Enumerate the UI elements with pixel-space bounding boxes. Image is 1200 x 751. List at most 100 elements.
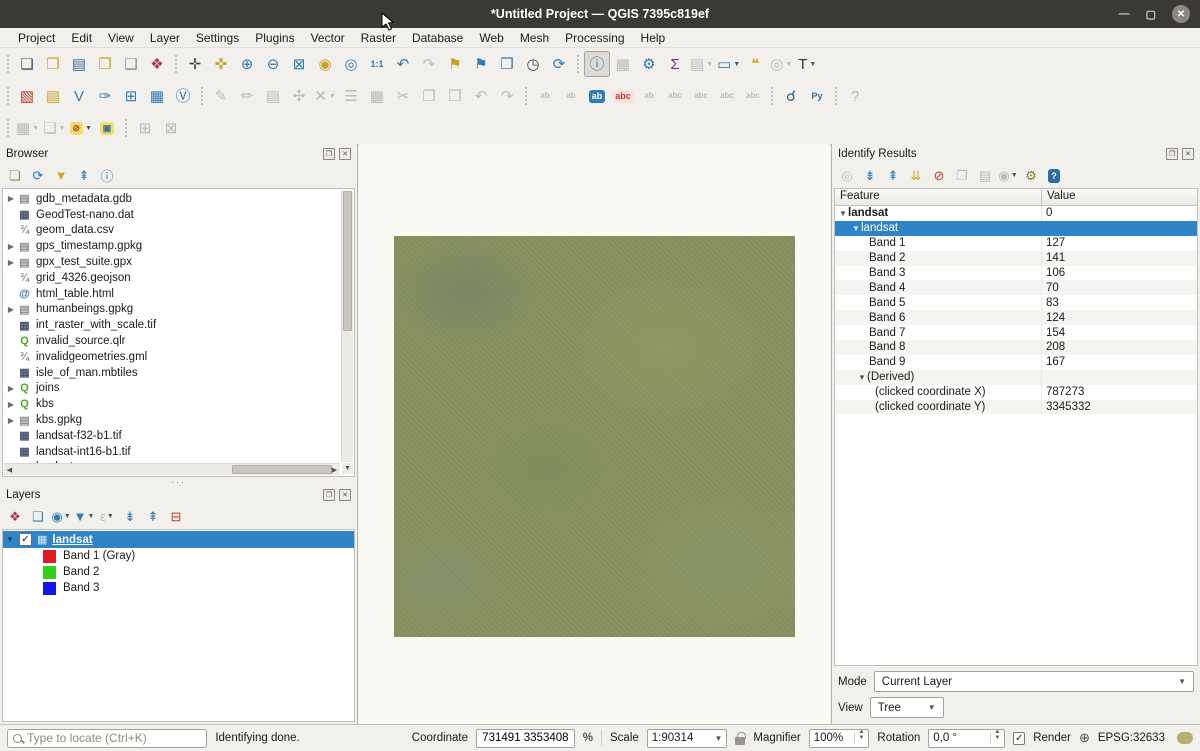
messages-icon[interactable] [1177, 732, 1193, 744]
new-gpx-layer-button[interactable]: Ⓥ [170, 83, 196, 109]
statistical-summary-button[interactable]: Σ [662, 51, 688, 77]
text-annotation-button[interactable]: T▼ [794, 51, 820, 77]
metasearch-button[interactable]: ☌ [778, 83, 804, 109]
scroll-right-arrow[interactable]: ▶ [329, 464, 340, 475]
expand-caret-icon[interactable]: ▶ [5, 258, 17, 267]
expand-tree-button[interactable]: ⇟ [859, 165, 881, 187]
expand-caret-icon[interactable]: ▶ [5, 384, 17, 393]
browser-item-kbs-gpkg[interactable]: ▶▤kbs.gpkg [5, 412, 340, 428]
measure-button[interactable]: ▭▼ [715, 51, 742, 77]
identify-features-button[interactable]: ⓘ [584, 51, 610, 77]
layer-node-landsat[interactable]: ▼ ✓ ▦ landsat [3, 531, 354, 548]
filter-browser-button[interactable]: ▼ [50, 165, 72, 187]
map-tips-button[interactable]: ❝ [742, 51, 768, 77]
expand-caret-icon[interactable]: ▶ [5, 416, 17, 425]
browser-item-gdb-metadata-gdb[interactable]: ▶▤gdb_metadata.gdb [5, 191, 340, 207]
locator-search[interactable] [7, 729, 207, 748]
expand-caret-icon[interactable]: ▼ [857, 373, 867, 382]
enable-properties-widget-button[interactable]: ⓘ [96, 165, 118, 187]
menu-settings[interactable]: Settings [188, 30, 247, 46]
pan-to-selection-button[interactable]: ✜ [208, 51, 234, 77]
expand-caret-icon[interactable]: ▶ [5, 194, 17, 203]
toolbar-handle[interactable] [7, 55, 9, 73]
expand-caret-icon[interactable]: ▶ [5, 400, 17, 409]
browser-item-gpx-test-suite-gpx[interactable]: ▶▤gpx_test_suite.gpx [5, 254, 340, 270]
browser-horizontal-scrollbar[interactable]: ◀ ▶ [4, 463, 340, 475]
style-manager-button[interactable]: ❖ [144, 51, 170, 77]
menu-edit[interactable]: Edit [63, 30, 100, 46]
open-project-button[interactable]: ❒ [40, 51, 66, 77]
band-row[interactable]: Band 1 (Gray) [3, 548, 354, 564]
menu-layer[interactable]: Layer [142, 30, 188, 46]
band-row[interactable]: Band 3 [3, 580, 354, 596]
new-temporary-scratch-layer-button[interactable]: ✑ [92, 83, 118, 109]
result-row-landsat[interactable]: ▼landsat [835, 221, 1197, 236]
python-console-button[interactable]: Py [804, 83, 830, 109]
result-row-band-7[interactable]: Band 7154 [835, 325, 1197, 340]
browser-item-isle-of-man-mbtiles[interactable]: ▦isle_of_man.mbtiles [5, 365, 340, 381]
deselect-all-button[interactable]: ⊘▼ [68, 115, 94, 141]
open-layer-styling-panel-button[interactable]: ❖ [4, 506, 26, 528]
manage-map-themes-button[interactable]: ◉▼ [50, 506, 72, 528]
browser-item-landsat-int16-b1-tif[interactable]: ▦landsat-int16-b1.tif [5, 444, 340, 460]
toolbar-handle[interactable] [771, 87, 773, 105]
menu-processing[interactable]: Processing [557, 30, 632, 46]
bookmark-manager-button[interactable]: ❒ [494, 51, 520, 77]
menu-web[interactable]: Web [471, 30, 511, 46]
add-selected-layers-button[interactable]: ❏ [4, 165, 26, 187]
menu-database[interactable]: Database [404, 30, 471, 46]
layer-visibility-checkbox[interactable]: ✓ [19, 533, 32, 546]
show-spatial-bookmarks-button[interactable]: ⚑ [468, 51, 494, 77]
zoom-in-button[interactable]: ⊕ [234, 51, 260, 77]
layer-labeling-options-button[interactable]: ab [584, 83, 610, 109]
menu-view[interactable]: View [100, 30, 142, 46]
toolbar-handle[interactable] [835, 87, 837, 105]
new-shapefile-layer-button[interactable]: V [66, 83, 92, 109]
result-row-landsat[interactable]: ▼landsat0 [835, 206, 1197, 221]
menu-raster[interactable]: Raster [353, 30, 404, 46]
refresh-map-button[interactable]: ⟳ [546, 51, 572, 77]
zoom-to-selection-button[interactable]: ◉ [312, 51, 338, 77]
extents-toggle-icon[interactable]: % [583, 732, 593, 744]
select-all-features-button[interactable]: ▣ [94, 115, 120, 141]
scale-select[interactable]: 1:90314 ▼ [647, 729, 728, 748]
toolbar-handle[interactable] [7, 87, 9, 105]
toolbar-handle[interactable] [201, 87, 203, 105]
browser-item-html-table-html[interactable]: @html_table.html [5, 286, 340, 302]
lock-scale-icon[interactable] [735, 737, 745, 745]
pan-map-button[interactable]: ✛ [182, 51, 208, 77]
new-project-button[interactable]: ❏ [14, 51, 40, 77]
column-header-value[interactable]: Value [1042, 189, 1081, 205]
add-group-button[interactable]: ❏ [27, 506, 49, 528]
new-virtual-layer-button[interactable]: ⊞ [118, 83, 144, 109]
expand-caret-icon[interactable]: ▶ [5, 305, 17, 314]
result-row-band-1[interactable]: Band 1127 [835, 236, 1197, 251]
remove-layer-button[interactable]: ⊟ [165, 506, 187, 528]
minimize-icon[interactable]: — [1119, 8, 1130, 20]
browser-item-landsat-f32-b1-tif[interactable]: ▦landsat-f32-b1.tif [5, 428, 340, 444]
expand-caret-icon[interactable]: ▼ [851, 224, 861, 233]
result-row--clicked-coordinate-x-[interactable]: (clicked coordinate X)787273 [835, 385, 1197, 400]
landsat-raster-image[interactable] [394, 236, 795, 637]
identify-help-button[interactable]: ? [1043, 165, 1065, 187]
menu-mesh[interactable]: Mesh [512, 30, 557, 46]
browser-item-invalidgeometries-gml[interactable]: ¾invalidgeometries.gml [5, 349, 340, 365]
result-row-band-9[interactable]: Band 9167 [835, 355, 1197, 370]
mode-select[interactable]: Current Layer ▼ [874, 671, 1194, 692]
new-print-layout-button[interactable]: ❑ [118, 51, 144, 77]
zoom-last-button[interactable]: ↶ [390, 51, 416, 77]
zoom-full-button[interactable]: ⊠ [286, 51, 312, 77]
spin-arrows-icon[interactable]: ▲▼ [990, 732, 1000, 744]
menu-plugins[interactable]: Plugins [247, 30, 302, 46]
result-row-band-3[interactable]: Band 3106 [835, 266, 1197, 281]
close-icon[interactable]: ✕ [1172, 5, 1190, 23]
new-mesh-layer-button[interactable]: ▦ [144, 83, 170, 109]
browser-item-geodtest-nano-dat[interactable]: ▦GeodTest-nano.dat [5, 207, 340, 223]
layer-diagram-options-button[interactable]: abc [610, 83, 636, 109]
identify-close-icon[interactable]: ✕ [1182, 148, 1194, 160]
browser-float-icon[interactable]: ❐ [323, 148, 335, 160]
browser-vertical-scrollbar[interactable]: ▼ [341, 191, 353, 462]
result-row-band-8[interactable]: Band 8208 [835, 340, 1197, 355]
scroll-left-arrow[interactable]: ◀ [4, 464, 15, 475]
collapse-all-button[interactable]: ⇞ [73, 165, 95, 187]
